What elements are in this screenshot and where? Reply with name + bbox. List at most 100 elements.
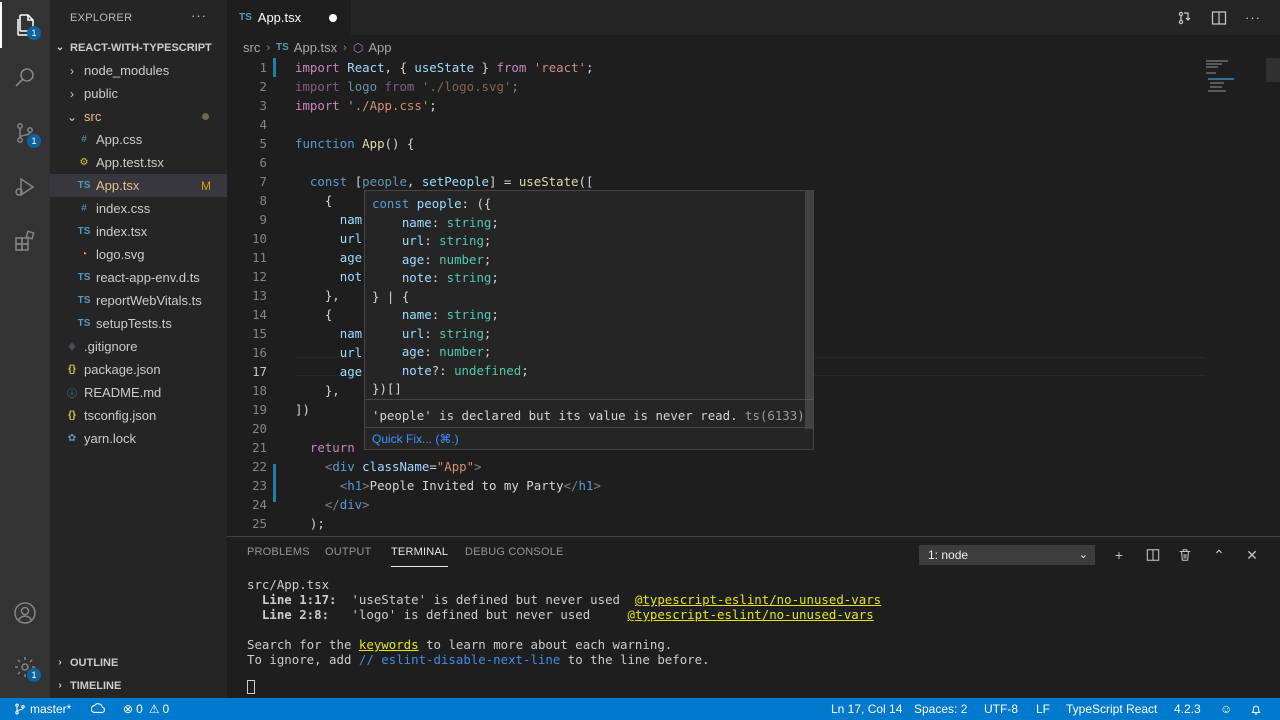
error-count: 0 [136,702,143,716]
tree-item[interactable]: TS reportWebVitals.ts [50,289,227,312]
explorer-icon[interactable] [0,2,50,48]
account-icon[interactable] [0,590,50,636]
source-control-icon[interactable] [0,110,50,156]
tree-item-label: App.tsx [96,178,140,193]
chevron-down-icon: ⌄ [55,42,65,53]
tree-item[interactable]: ✿ yarn.lock [50,427,227,450]
tree-item[interactable]: # index.css [50,197,227,220]
code-line: url [339,345,363,360]
tree-item[interactable]: ⌄ src [50,105,227,128]
split-terminal-icon[interactable] [1141,543,1165,567]
sync-icon[interactable] [91,698,105,720]
extensions-icon[interactable] [0,218,50,264]
problems-indicator[interactable]: ⊗ 0 ⚠ 0 [123,698,169,720]
search-icon[interactable] [0,54,50,100]
close-panel-icon[interactable]: ✕ [1240,543,1264,567]
terminal-select[interactable]: 1: node ⌄ [919,545,1095,565]
tree-item[interactable]: ⓘ README.md [50,381,227,404]
feedback-icon[interactable]: ☺ [1220,698,1232,720]
tree-item[interactable]: TS App.tsx M [50,174,227,197]
unsaved-dot-icon[interactable] [329,14,337,22]
json-file-icon: {} [68,410,76,421]
open-changes-icon[interactable] [1170,0,1200,35]
scrollbar-thumb[interactable] [1266,58,1280,82]
new-terminal-icon[interactable]: + [1107,543,1131,567]
bottom-panel: PROBLEMS OUTPUT TERMINAL DEBUG CONSOLE 1… [227,536,1280,698]
tree-item[interactable]: ⚙ App.test.tsx [50,151,227,174]
line-number: 4 [259,117,267,132]
chevron-right-icon: › [343,41,347,54]
symbol-function-icon: ⬡ [352,40,364,55]
more-actions-icon[interactable]: ··· [191,8,207,23]
indentation[interactable]: Spaces: 2 [914,698,967,720]
code-line: ); [295,516,325,531]
minimap[interactable] [1206,58,1266,98]
maximize-panel-icon[interactable]: ⌃ [1207,543,1231,567]
outline-section[interactable]: › OUTLINE [50,651,227,674]
tree-item-label: App.css [96,132,143,147]
signature-line: age: number; [401,251,492,267]
tab-problems[interactable]: PROBLEMS [247,546,310,558]
line-ending[interactable]: LF [1036,698,1050,720]
quick-fix-link[interactable]: Quick Fix... (⌘.) [365,427,813,449]
tree-item[interactable]: › node_modules [50,59,227,82]
cursor-position[interactable]: Ln 17, Col 14 [831,698,902,720]
signature-line: name: string; [401,307,499,322]
branch-indicator[interactable]: master* [14,698,71,720]
tab-debug-console[interactable]: DEBUG CONSOLE [465,546,564,558]
terminal-file: src/App.tsx [247,577,330,592]
tree-item-label: react-app-env.d.ts [96,270,200,285]
notifications-bell-icon[interactable] [1250,698,1262,720]
editor-scrollbar[interactable] [1266,58,1280,536]
css-file-icon: # [81,203,87,214]
encoding[interactable]: UTF-8 [984,698,1018,720]
split-editor-icon[interactable] [1204,0,1234,35]
branch-name: master* [30,702,72,716]
timeline-section[interactable]: › TIMELINE [50,674,227,697]
tree-item[interactable]: › public [50,82,227,105]
code-line: not [339,269,363,284]
breadcrumb-file[interactable]: App.tsx [294,40,337,55]
tree-item[interactable]: ◆ .gitignore [50,335,227,358]
tab-output[interactable]: OUTPUT [325,546,371,558]
git-file-icon: ◆ [68,341,76,352]
error-icon: ⊗ [123,702,134,716]
tree-item[interactable]: TS react-app-env.d.ts [50,266,227,289]
diagnostic-message: 'people' is declared but its value is ne… [372,408,805,423]
tree-item-label: public [84,86,118,101]
terminal-cursor[interactable] [247,680,255,694]
terminal-warning-line: Line 2:8: 'logo' is defined but never us… [261,607,874,622]
tab-app-tsx[interactable]: TS App.tsx [227,0,351,35]
modified-dot-icon [202,113,209,120]
code-line: import React, { useState } from 'react'; [295,60,594,75]
language-mode[interactable]: TypeScript React [1066,698,1157,720]
tree-item-label: index.css [96,201,151,216]
terminal-help-line: Search for the keywords to learn more ab… [247,637,673,652]
signature-line: note?: undefined; [401,362,529,378]
breadcrumb-folder[interactable]: src [243,40,260,55]
test-file-icon: ⚙ [79,157,89,168]
settings-gear-icon[interactable] [0,644,50,690]
ts-version[interactable]: 4.2.3 [1174,698,1201,720]
tree-item[interactable]: {} tsconfig.json [50,404,227,427]
typescript-file-icon: TS [77,295,91,306]
divider [365,399,813,400]
tree-item[interactable]: {} package.json [50,358,227,381]
tree-item[interactable]: ◔ logo.svg [50,243,227,266]
code-line: <h1>People Invited to my Party</h1> [339,478,601,493]
tab-terminal[interactable]: TERMINAL [391,546,449,567]
tree-item[interactable]: # App.css [50,128,227,151]
tree-item[interactable]: TS setupTests.ts [50,312,227,335]
project-section[interactable]: ⌄ REACT-WITH-TYPESCRIPT [50,36,227,59]
project-name: REACT-WITH-TYPESCRIPT [70,41,212,54]
code-line: <div className="App"> [324,459,482,474]
chevron-right-icon: › [70,86,74,101]
chevron-right-icon: › [58,680,62,691]
hover-scrollbar[interactable] [805,191,813,429]
tree-item[interactable]: TS index.tsx [50,220,227,243]
breadcrumb-symbol[interactable]: App [368,40,391,55]
run-debug-icon[interactable] [0,164,50,210]
trash-icon[interactable] [1173,543,1197,567]
css-file-icon: # [81,134,87,145]
more-actions-icon[interactable]: ··· [1238,0,1268,35]
